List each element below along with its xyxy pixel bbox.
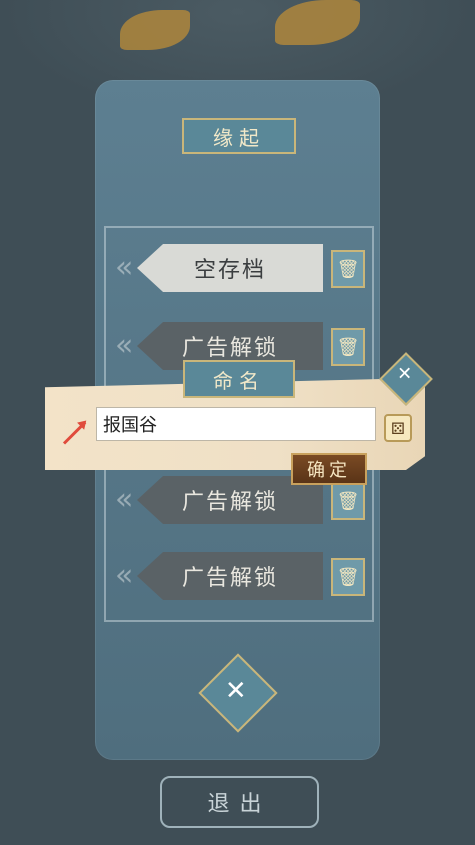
slot-label: 广告解锁 bbox=[137, 552, 323, 600]
trash-icon[interactable]: 🗑 bbox=[331, 328, 365, 366]
chevron-left-icon: « bbox=[115, 250, 134, 285]
name-input[interactable] bbox=[96, 407, 376, 441]
exit-button[interactable]: 退出 bbox=[160, 776, 319, 828]
save-slot-1[interactable]: « 空存档 🗑 bbox=[115, 244, 365, 292]
confirm-button[interactable]: 确定 bbox=[291, 453, 367, 485]
bird-icon: ✕ bbox=[397, 363, 413, 385]
trash-icon[interactable]: 🗑 bbox=[331, 558, 365, 596]
dice-icon[interactable]: ⚄ bbox=[384, 414, 412, 442]
trash-icon[interactable]: 🗑 bbox=[331, 250, 365, 288]
trash-icon[interactable]: 🗑 bbox=[331, 482, 365, 520]
chevron-left-icon: « bbox=[115, 558, 134, 593]
slot-label: 空存档 bbox=[137, 244, 323, 292]
panel-title: 缘起 bbox=[182, 118, 296, 154]
bird-icon: ✕ bbox=[224, 675, 247, 706]
chevron-left-icon: « bbox=[115, 328, 134, 363]
dialog-title: 命名 bbox=[183, 360, 295, 398]
save-slot-4[interactable]: « 广告解锁 🗑 bbox=[115, 552, 365, 600]
chevron-left-icon: « bbox=[115, 482, 134, 517]
